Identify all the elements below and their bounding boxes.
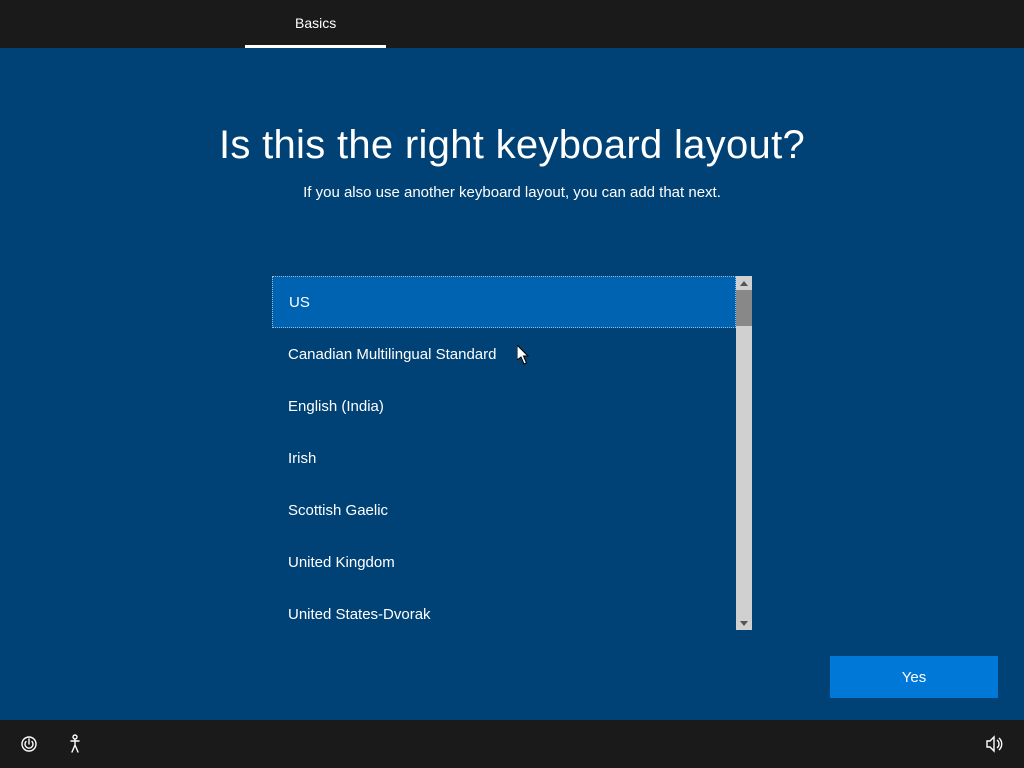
list-item[interactable]: US xyxy=(272,276,736,328)
keyboard-layout-list[interactable]: US Canadian Multilingual Standard Englis… xyxy=(272,276,736,630)
list-item-label: Canadian Multilingual Standard xyxy=(288,346,496,363)
page-subtitle: If you also use another keyboard layout,… xyxy=(303,184,721,201)
scroll-track[interactable] xyxy=(736,290,752,616)
list-item-label: US xyxy=(289,294,310,311)
top-bar: Basics xyxy=(0,0,1024,48)
list-item[interactable]: United States-Dvorak xyxy=(272,588,736,630)
power-icon[interactable] xyxy=(18,733,40,755)
keyboard-layout-list-container: US Canadian Multilingual Standard Englis… xyxy=(272,276,752,630)
yes-button-label: Yes xyxy=(902,669,926,686)
list-item[interactable]: Canadian Multilingual Standard xyxy=(272,328,736,380)
list-item-label: United Kingdom xyxy=(288,554,395,571)
page-title: Is this the right keyboard layout? xyxy=(219,123,805,168)
scroll-down-arrow-icon[interactable] xyxy=(736,616,752,630)
tab-label: Basics xyxy=(295,15,336,31)
list-item-label: Irish xyxy=(288,450,316,467)
volume-icon[interactable] xyxy=(984,733,1006,755)
scrollbar[interactable] xyxy=(736,276,752,630)
list-item-label: English (India) xyxy=(288,398,384,415)
list-item[interactable]: English (India) xyxy=(272,380,736,432)
main-content: Is this the right keyboard layout? If yo… xyxy=(0,48,1024,720)
bottom-bar xyxy=(0,720,1024,768)
yes-button[interactable]: Yes xyxy=(830,656,998,698)
accessibility-icon[interactable] xyxy=(64,733,86,755)
tab-basics[interactable]: Basics xyxy=(245,0,386,48)
list-item[interactable]: United Kingdom xyxy=(272,536,736,588)
list-item[interactable]: Scottish Gaelic xyxy=(272,484,736,536)
list-item[interactable]: Irish xyxy=(272,432,736,484)
scroll-thumb[interactable] xyxy=(736,290,752,326)
list-item-label: Scottish Gaelic xyxy=(288,502,388,519)
list-item-label: United States-Dvorak xyxy=(288,606,431,623)
scroll-up-arrow-icon[interactable] xyxy=(736,276,752,290)
